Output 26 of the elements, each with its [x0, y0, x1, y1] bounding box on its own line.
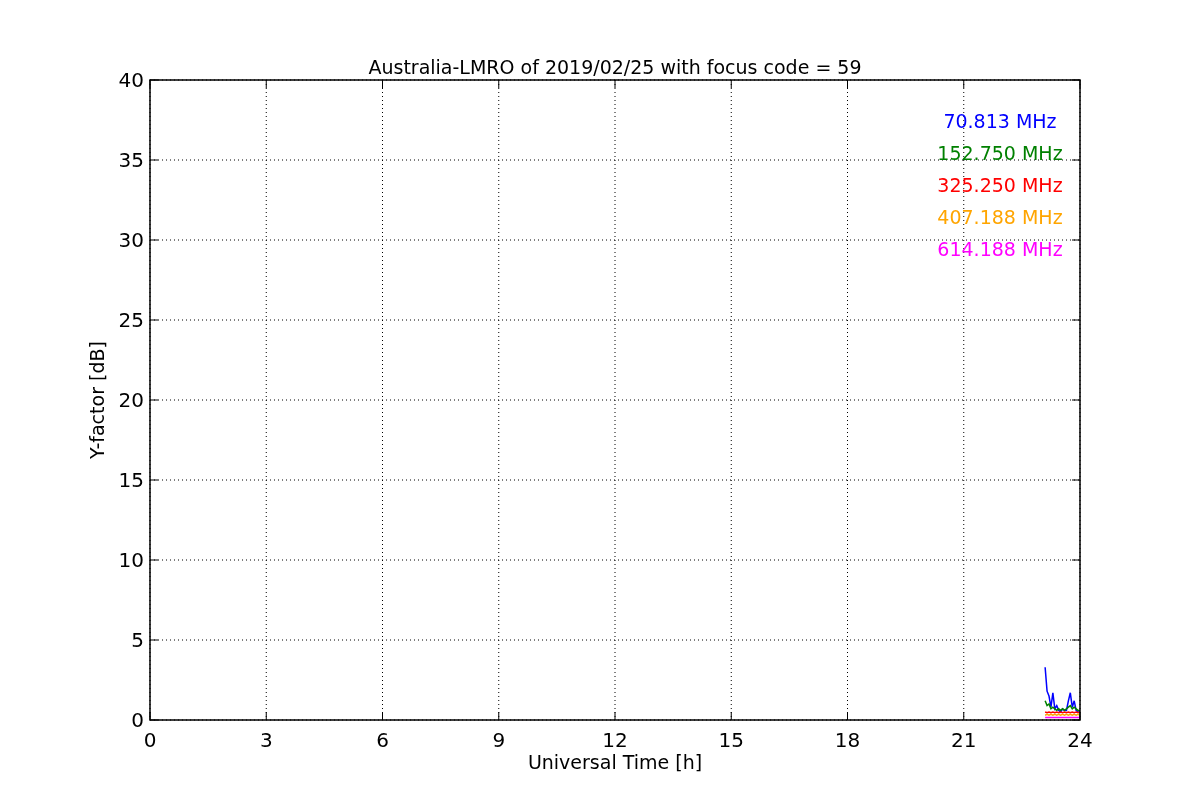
y-tick-label: 15 — [118, 468, 144, 492]
y-axis-label: Y-factor [dB] — [86, 341, 108, 459]
y-tick-label: 40 — [118, 68, 144, 92]
x-tick-label: 9 — [492, 728, 506, 752]
legend-label: 325.250 MHz — [937, 174, 1063, 196]
x-tick-label: 18 — [834, 728, 861, 752]
legend-label: 152.750 MHz — [937, 142, 1063, 164]
x-tick-label: 24 — [1067, 728, 1093, 752]
y-tick-label: 0 — [131, 708, 144, 732]
x-tick-label: 0 — [143, 728, 157, 752]
x-tick-label: 21 — [951, 728, 977, 752]
x-axis-label: Universal Time [h] — [527, 751, 703, 773]
legend-label: 70.813 MHz — [943, 110, 1057, 132]
y-tick-label: 25 — [118, 308, 144, 332]
x-tick-label: 6 — [376, 728, 389, 752]
y-tick-label: 35 — [118, 148, 144, 172]
chart-title: Australia-LMRO of 2019/02/25 with focus code = 59 — [368, 56, 862, 78]
x-tick-label: 3 — [259, 728, 273, 752]
x-tick-label: 12 — [602, 728, 628, 752]
x-tick-label: 15 — [718, 728, 744, 752]
y-tick-label: 20 — [118, 388, 144, 412]
y-tick-label: 30 — [118, 228, 144, 252]
legend-label: 407.188 MHz — [937, 206, 1063, 228]
y-tick-label: 5 — [131, 628, 144, 652]
y-tick-label: 10 — [118, 548, 144, 572]
legend-label: 614.188 MHz — [937, 238, 1063, 260]
